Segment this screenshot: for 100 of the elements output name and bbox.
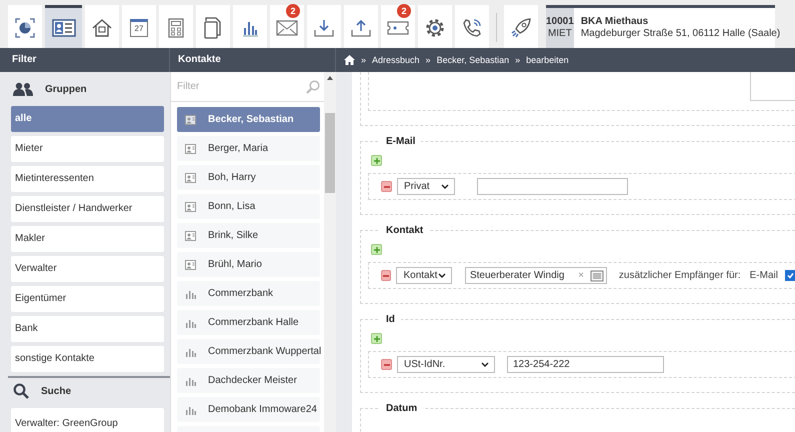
- person-card-icon: [185, 202, 196, 212]
- calculator-tool[interactable]: [159, 5, 193, 48]
- upload-icon: [350, 18, 372, 38]
- text-input[interactable]: 123-254-222: [507, 356, 664, 373]
- add-button[interactable]: [371, 155, 382, 166]
- minus-icon: [384, 184, 390, 190]
- minus-icon: [383, 272, 390, 278]
- upload-tool[interactable]: [344, 5, 378, 48]
- contact-item[interactable]: Commerzbank Halle: [177, 310, 320, 335]
- person-card-icon: [185, 260, 196, 270]
- group-item[interactable]: Mieter: [11, 136, 164, 162]
- settings-icon: [424, 17, 446, 39]
- address-book-icon[interactable]: [590, 270, 604, 282]
- notification-badge: 2: [286, 4, 300, 18]
- dashboard-icon: [14, 17, 36, 39]
- bar-chart-icon: [185, 346, 196, 356]
- minus-icon: [384, 362, 390, 368]
- envelope-icon: [276, 20, 298, 36]
- group-item[interactable]: Verwalter: [11, 256, 164, 282]
- phone-icon: [461, 17, 483, 39]
- contact-card-icon: [52, 19, 76, 37]
- checkbox-label: E-Mail: [750, 270, 778, 281]
- contact-item[interactable]: Brühl, Mario: [177, 252, 320, 277]
- home-icon[interactable]: [344, 55, 355, 65]
- people-icon: [13, 82, 33, 96]
- chart-tool[interactable]: [233, 5, 267, 48]
- phone-tool[interactable]: [455, 5, 489, 48]
- bar-chart-icon: [185, 376, 196, 386]
- text-area-field[interactable]: [750, 72, 795, 101]
- person-card-icon: [185, 144, 196, 154]
- section-title: Kontakt: [385, 225, 424, 236]
- bar-chart-icon: [185, 404, 196, 414]
- ticket-icon: [387, 20, 409, 36]
- group-item[interactable]: Mietinteressenten: [11, 166, 164, 192]
- remove-button[interactable]: [381, 359, 392, 370]
- property-name: BKA Miethaus: [580, 16, 650, 28]
- contact-item[interactable]: Becker, Sebastian: [177, 107, 320, 132]
- bar-chart-icon: [185, 288, 196, 298]
- contact-item[interactable]: Boh, Harry: [177, 165, 320, 190]
- chevron-down-icon: [438, 273, 446, 278]
- group-item[interactable]: alle: [11, 106, 164, 132]
- scrollbar-thumb[interactable]: [325, 113, 335, 193]
- group-item[interactable]: Eigentümer: [11, 286, 164, 312]
- filter-field[interactable]: Filter: [177, 81, 306, 92]
- contact-item[interactable]: Dachdecker Meister: [177, 368, 320, 393]
- scrollbar[interactable]: [324, 72, 336, 432]
- gear-tool[interactable]: [418, 5, 452, 48]
- contact-item[interactable]: Bonn, Lisa: [177, 194, 320, 219]
- rocket-tool[interactable]: [504, 5, 538, 48]
- section-title: Id: [385, 314, 396, 325]
- documents-tool[interactable]: [196, 5, 230, 48]
- breadcrumb-link[interactable]: Adressbuch: [372, 55, 420, 65]
- download-icon: [313, 18, 335, 38]
- chevron-down-icon: [481, 362, 489, 367]
- plus-icon: [374, 336, 380, 342]
- group-item[interactable]: Dienstleister / Handwerker: [11, 196, 164, 222]
- contact-item[interactable]: Brink, Silke: [177, 223, 320, 248]
- person-card-icon: [185, 114, 196, 124]
- download-tool[interactable]: [307, 5, 341, 48]
- contact-item[interactable]: Demobank Immoware24: [177, 397, 320, 422]
- contact-field[interactable]: Steuerberater Windig ×: [464, 267, 607, 284]
- type-select[interactable]: Privat: [397, 178, 455, 195]
- chevron-down-icon: [441, 184, 449, 189]
- breadcrumb-link[interactable]: bearbeiten: [526, 55, 569, 65]
- house-tool[interactable]: [85, 5, 119, 48]
- mail-tool[interactable]: 2: [270, 5, 304, 48]
- ticket-tool[interactable]: 2: [381, 5, 415, 48]
- saved-search-item[interactable]: Verwalter: GreenGroup: [11, 408, 164, 432]
- breadcrumb-link[interactable]: Becker, Sebastian: [436, 55, 510, 65]
- group-item[interactable]: Bank: [11, 316, 164, 342]
- text-input[interactable]: [477, 178, 628, 195]
- section-title: Gruppen: [45, 84, 87, 94]
- contact-item[interactable]: Commerzbank Wuppertal: [177, 339, 320, 364]
- calendar-tool[interactable]: 27: [122, 5, 156, 48]
- add-button[interactable]: [371, 244, 382, 255]
- contact-item[interactable]: Berger, Maria: [177, 136, 320, 161]
- property-code: 10001 MIET: [546, 8, 574, 48]
- house-icon: [91, 18, 113, 38]
- section-title: Suche: [41, 386, 72, 396]
- bar-chart-icon: [185, 318, 196, 328]
- rocket-icon: [510, 17, 532, 39]
- contacts-tool[interactable]: [45, 5, 82, 48]
- contact-item[interactable]: Commerzbank: [177, 281, 320, 306]
- search-icon: [306, 80, 320, 94]
- group-item[interactable]: Makler: [11, 226, 164, 252]
- person-card-icon: [185, 230, 196, 240]
- checkbox[interactable]: [784, 270, 795, 281]
- bar-chart-icon: [241, 19, 259, 37]
- dashboard-tool[interactable]: [8, 5, 42, 48]
- section-title: Datum: [385, 403, 418, 414]
- remove-button[interactable]: [381, 181, 392, 192]
- group-item[interactable]: sonstige Kontakte: [11, 346, 164, 372]
- remove-button[interactable]: [381, 270, 392, 281]
- person-card-icon: [185, 172, 196, 182]
- calendar-icon: 27: [130, 19, 148, 37]
- type-select[interactable]: Kontakt: [396, 267, 452, 284]
- type-select[interactable]: USt-IdNr.: [397, 356, 495, 373]
- notification-badge: 2: [397, 4, 411, 18]
- add-button[interactable]: [371, 333, 382, 344]
- scroll-up-icon[interactable]: [327, 76, 333, 80]
